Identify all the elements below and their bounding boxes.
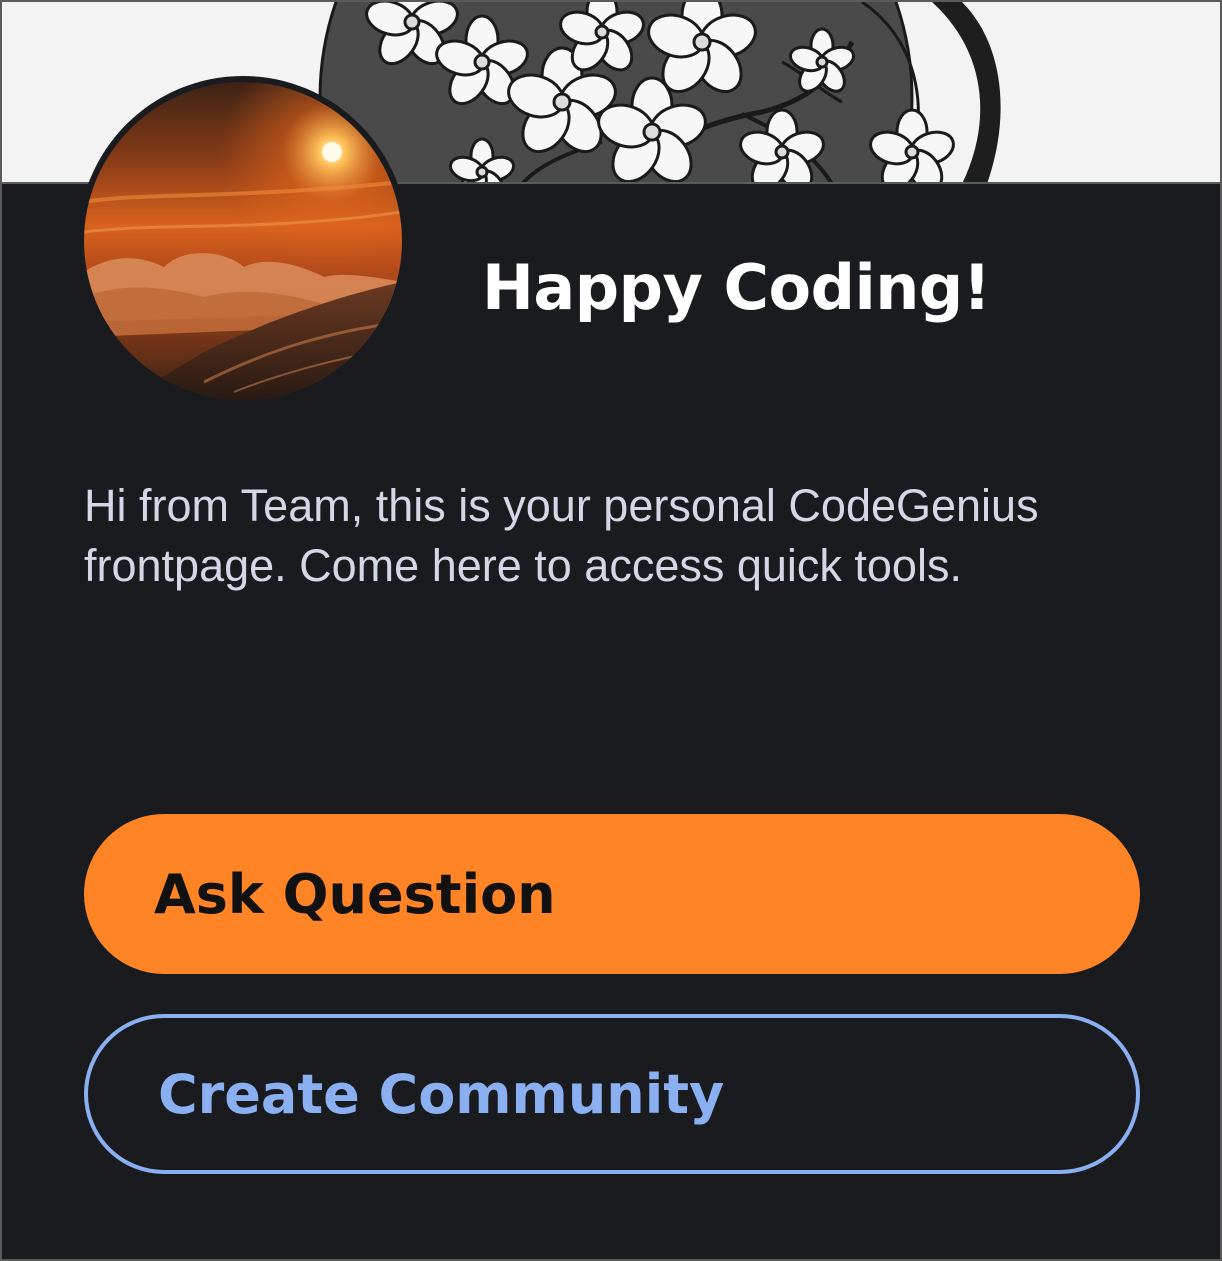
profile-avatar[interactable]	[78, 76, 408, 406]
welcome-title: Happy Coding!	[482, 251, 991, 324]
home-welcome-card: Happy Coding! Hi from Team, this is your…	[0, 0, 1222, 1261]
sunset-avatar-image	[84, 82, 402, 400]
create-community-button[interactable]: Create Community	[84, 1014, 1140, 1174]
ask-question-button[interactable]: Ask Question	[84, 814, 1140, 974]
welcome-description: Hi from Team, this is your personal Code…	[84, 480, 1039, 591]
